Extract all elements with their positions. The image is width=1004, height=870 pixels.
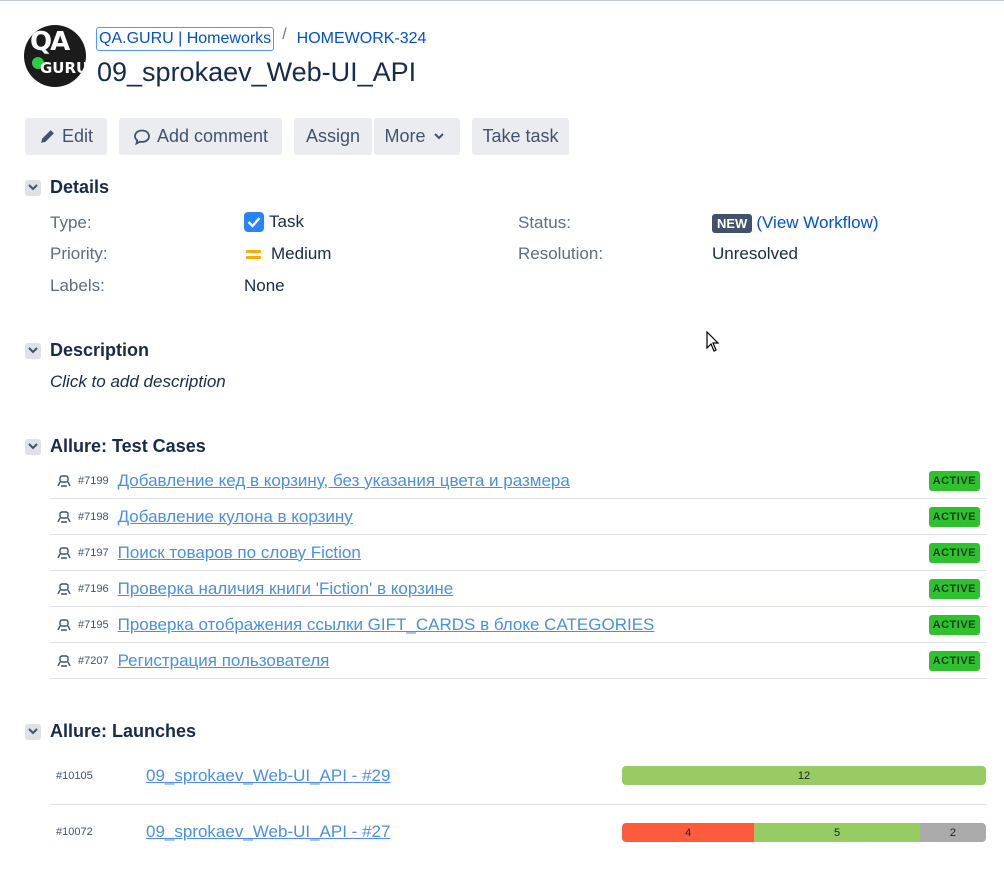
test-cases-section-header[interactable]: Allure: Test Cases [25, 436, 206, 457]
test-case-row: #7199 Добавление кед в корзину, без указ… [50, 463, 987, 499]
pencil-icon [41, 130, 54, 143]
automated-test-icon [57, 618, 73, 632]
chevron-down-icon [25, 438, 41, 455]
test-case-id: #7198 [78, 510, 109, 523]
status-close-paren: ) [872, 213, 879, 232]
test-case-status-badge: ACTIVE [928, 507, 980, 527]
launch-result-bar[interactable]: 452 [622, 823, 986, 842]
edit-button[interactable]: Edit [25, 118, 107, 155]
launch-link[interactable]: 09_sprokaev_Web-UI_API - #27 [146, 822, 390, 842]
test-case-link[interactable]: Добавление кед в корзину, без указания ц… [118, 471, 570, 491]
launch-result-segment-skipped: 2 [919, 823, 986, 842]
project-avatar[interactable]: QA GURU [24, 25, 86, 87]
breadcrumb-issue-key-link[interactable]: HOMEWORK-324 [297, 30, 427, 48]
task-type-icon [244, 212, 264, 232]
chevron-down-icon [25, 342, 41, 359]
breadcrumb-project-link[interactable]: QA.GURU | Homeworks [96, 27, 275, 51]
test-case-list: #7199 Добавление кед в корзину, без указ… [50, 463, 987, 679]
logo-text-bottom: GURU [40, 59, 86, 77]
type-value: Task [244, 212, 304, 232]
chevron-down-icon [433, 133, 444, 140]
test-case-status-badge: ACTIVE [928, 615, 980, 635]
more-button-label: More [384, 126, 426, 146]
issue-title: 09_sprokaev_Web-UI_API [97, 57, 417, 87]
launch-link[interactable]: 09_sprokaev_Web-UI_API - #29 [146, 766, 390, 786]
labels-label: Labels: [50, 276, 105, 295]
status-value: NEW ( View Workflow ) [712, 213, 879, 233]
description-section-header[interactable]: Description [25, 340, 149, 361]
assign-button[interactable]: Assign [294, 118, 372, 155]
test-case-status-badge: ACTIVE [928, 579, 980, 599]
launch-id: #10072 [56, 826, 93, 838]
chevron-down-icon [25, 179, 41, 196]
launches-section-header[interactable]: Allure: Launches [25, 721, 196, 742]
test-case-status-badge: ACTIVE [928, 651, 980, 671]
test-case-row: #7198 Добавление кулона в корзину ACTIVE [50, 499, 987, 535]
test-cases-heading: Allure: Test Cases [50, 436, 206, 456]
launch-row: #10072 09_sprokaev_Web-UI_API - #27 452 [50, 814, 987, 870]
test-case-row: #7197 Поиск товаров по слову Fiction ACT… [50, 535, 987, 571]
resolution-label: Resolution: [518, 244, 604, 263]
test-case-status-badge: ACTIVE [928, 471, 980, 491]
comment-icon [134, 129, 150, 145]
more-button[interactable]: More [374, 118, 460, 155]
status-badge: NEW [712, 213, 753, 233]
test-case-link[interactable]: Добавление кулона в корзину [118, 507, 353, 527]
automated-test-icon [57, 474, 73, 488]
type-value-text: Task [269, 212, 304, 231]
take-task-button[interactable]: Take task [472, 118, 569, 155]
details-heading: Details [50, 177, 110, 197]
description-placeholder[interactable]: Click to add description [50, 372, 226, 392]
test-case-link[interactable]: Регистрация пользователя [118, 651, 330, 671]
automated-test-icon [57, 546, 73, 560]
automated-test-icon [57, 654, 73, 668]
priority-value: Medium [246, 244, 331, 264]
add-comment-button-label: Add comment [156, 126, 269, 146]
test-case-row: #7195 Проверка отображения ссылки GIFT_C… [50, 607, 987, 643]
launch-id: #10105 [56, 770, 93, 782]
automated-test-icon [57, 582, 73, 596]
test-case-link[interactable]: Поиск товаров по слову Fiction [118, 543, 361, 563]
launch-divider [50, 804, 987, 805]
description-heading: Description [50, 340, 150, 360]
test-case-id: #7197 [78, 546, 109, 559]
labels-value: None [244, 276, 285, 295]
launch-row: #10105 09_sprokaev_Web-UI_API - #29 12 [50, 758, 987, 814]
test-case-id: #7195 [78, 618, 109, 631]
launches-heading: Allure: Launches [50, 721, 197, 741]
logo-text-top: QA [30, 27, 70, 57]
mouse-pointer-icon [706, 331, 720, 352]
launch-result-segment-failed: 4 [622, 823, 755, 842]
launch-result-bar[interactable]: 12 [622, 766, 986, 785]
test-case-link[interactable]: Проверка наличия книги 'Fiction' в корзи… [118, 579, 454, 599]
priority-value-text: Medium [271, 244, 332, 263]
test-case-row: #7196 Проверка наличия книги 'Fiction' в… [50, 571, 987, 607]
assign-button-label: Assign [305, 126, 361, 146]
priority-label: Priority: [50, 244, 108, 263]
breadcrumb-separator: / [282, 26, 287, 43]
test-case-link[interactable]: Проверка отображения ссылки GIFT_CARDS в… [118, 615, 655, 635]
test-case-id: #7199 [78, 474, 109, 487]
test-case-id: #7196 [78, 582, 109, 595]
status-label: Status: [518, 213, 571, 232]
take-task-button-label: Take task [482, 126, 559, 146]
type-label: Type: [50, 213, 92, 232]
automated-test-icon [57, 510, 73, 524]
test-case-id: #7207 [78, 654, 109, 667]
view-workflow-link[interactable]: View Workflow [762, 213, 873, 233]
chevron-down-icon [25, 723, 41, 740]
breadcrumb: QA.GURU | Homeworks / HOMEWORK-324 [96, 26, 427, 51]
launch-result-segment-passed: 5 [754, 823, 920, 842]
details-section-header[interactable]: Details [25, 177, 109, 198]
edit-button-label: Edit [61, 126, 94, 146]
resolution-value: Unresolved [712, 244, 798, 263]
add-comment-button[interactable]: Add comment [119, 118, 282, 155]
test-case-row: #7207 Регистрация пользователя ACTIVE [50, 643, 987, 679]
launch-result-segment-passed: 12 [622, 766, 986, 785]
test-case-status-badge: ACTIVE [928, 543, 980, 563]
priority-medium-icon [246, 247, 261, 262]
